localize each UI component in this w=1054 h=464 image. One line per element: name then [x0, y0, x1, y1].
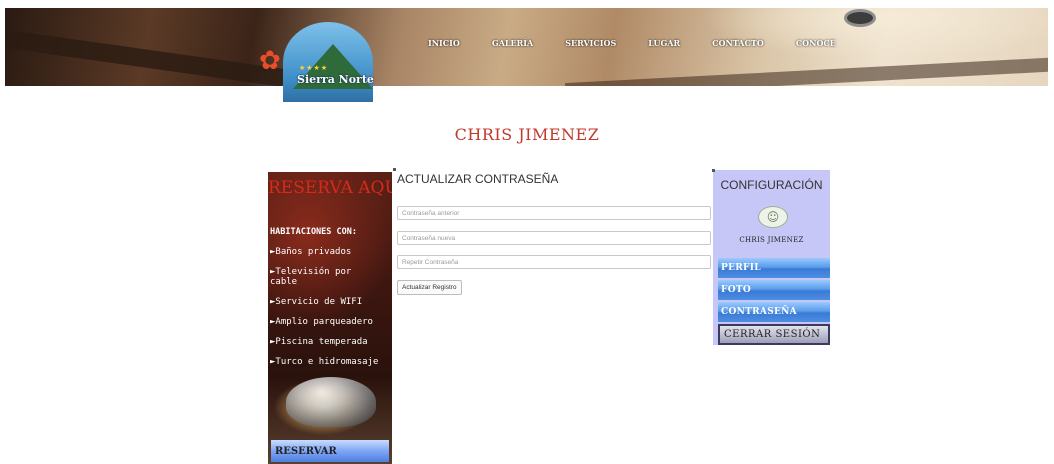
logo-stars: ★★★★: [299, 64, 329, 72]
amenity-item: ►Baños privados: [270, 247, 352, 257]
page-title: CHRIS JIMENEZ: [454, 125, 600, 144]
update-record-button[interactable]: Actualizar Registro: [397, 280, 462, 295]
configuration-title: CONFIGURACIÓN: [720, 178, 823, 192]
banner-beam: [564, 56, 1048, 86]
profile-name: CHRIS JIMENEZ: [739, 236, 804, 244]
old-password-field[interactable]: [397, 206, 711, 220]
form-title: ACTUALIZAR CONTRASEÑA: [397, 172, 559, 186]
flower-icon: ✿: [259, 46, 281, 76]
reservar-button[interactable]: RESERVAR: [271, 440, 389, 462]
corner-mark: [712, 169, 715, 172]
service-bell-image: [286, 377, 376, 427]
new-password-field[interactable]: [397, 231, 711, 245]
cerrar-sesion-button[interactable]: CERRAR SESIÓN: [718, 324, 830, 345]
amenity-item: ►Televisión por cable: [270, 267, 352, 287]
avatar[interactable]: ☺: [758, 206, 788, 228]
nav-contacto[interactable]: CONTACTO: [712, 38, 764, 48]
logo-name: Sierra Norte: [297, 73, 374, 86]
nav-lugar[interactable]: LUGAR: [648, 38, 680, 48]
habitaciones-title: HABITACIONES CON:: [270, 227, 357, 237]
nav-conoce[interactable]: CONOCE: [796, 38, 836, 48]
nav-servicios[interactable]: SERVICIOS: [565, 38, 616, 48]
main-nav: INICIO GALERÍA SERVICIOS LUGAR CONTACTO …: [428, 38, 868, 48]
contrasena-button[interactable]: CONTRASEÑA: [718, 302, 830, 322]
amenity-item: ►Servicio de WIFI: [270, 297, 363, 307]
perfil-button[interactable]: PERFIL: [718, 258, 830, 278]
amenity-item: ►Piscina temperada: [270, 337, 368, 347]
amenities-list: ►Baños privados ►Televisión por cable ►S…: [270, 247, 378, 377]
foto-button[interactable]: FOTO: [718, 280, 830, 300]
reservation-panel: RESERVA AQUI HABITACIONES CON: ►Baños pr…: [268, 172, 392, 464]
corner-mark: [393, 168, 396, 171]
site-logo[interactable]: ✿ ★★★★ Sierra Norte: [253, 20, 378, 102]
nav-galeria[interactable]: GALERÍA: [492, 38, 533, 48]
ceiling-lamp-icon: [847, 12, 873, 24]
amenity-item: ►Turco e hidromasaje: [270, 357, 379, 367]
reserva-title: RESERVA AQUI: [268, 178, 392, 198]
repeat-password-field[interactable]: [397, 255, 711, 269]
nav-inicio[interactable]: INICIO: [428, 38, 460, 48]
banner-beam: [5, 27, 285, 86]
amenity-item: ►Amplio parqueadero: [270, 317, 373, 327]
configuration-panel: CONFIGURACIÓN ☺ CHRIS JIMENEZ PERFIL FOT…: [712, 169, 830, 345]
